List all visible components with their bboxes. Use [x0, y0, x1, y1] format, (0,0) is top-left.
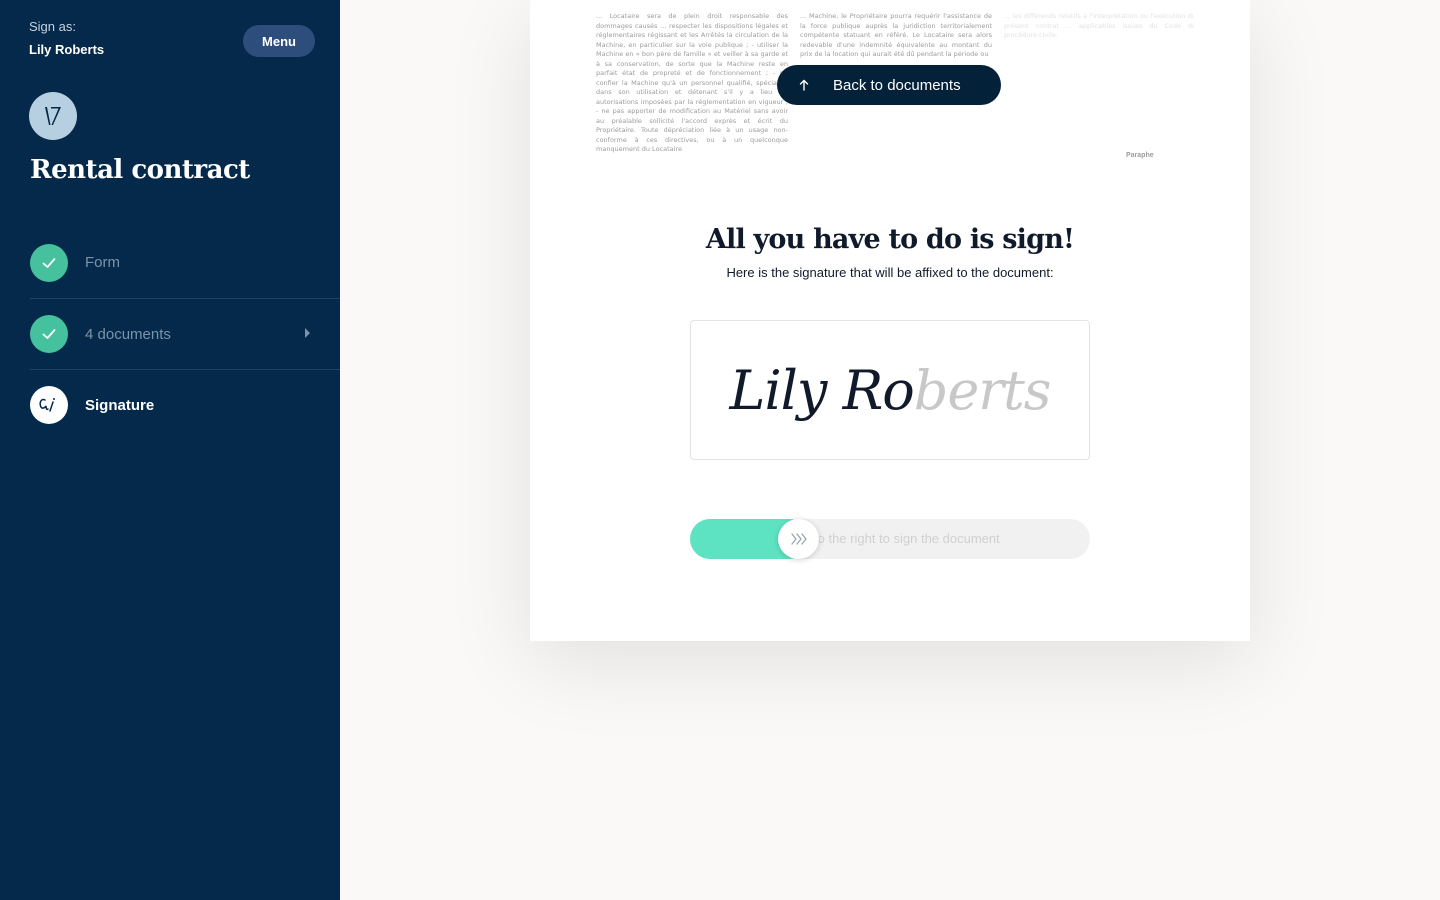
step-documents-label: 4 documents: [85, 325, 171, 343]
document-title: Rental contract: [30, 155, 250, 185]
signature-preview: Lily Roberts: [690, 320, 1090, 460]
document-text-column: ... Machine, le Propriétaire pourra requ…: [800, 12, 992, 58]
signer-name: Lily Roberts: [29, 42, 105, 57]
step-signature[interactable]: Signature: [30, 369, 340, 440]
document-text-column: ... les différends relatifs à l'interpré…: [1004, 12, 1194, 39]
chevron-right-icon: [305, 328, 310, 338]
swipe-to-sign-slider[interactable]: to the right to sign the document: [690, 519, 1090, 559]
sign-headline: All you have to do is sign!: [705, 224, 1075, 255]
signature-revealed: Lily Ro: [729, 358, 915, 422]
sidebar: Sign as: Lily Roberts Menu Rental contra…: [0, 0, 340, 900]
paraphe-label: Paraphe: [1126, 152, 1154, 159]
signature-card: ... Locataire sera de plein droit respon…: [530, 0, 1250, 641]
back-button-label: Back to documents: [833, 76, 961, 94]
check-icon: [30, 243, 68, 282]
logo-slash-icon: [45, 107, 61, 125]
step-form-label: Form: [85, 254, 120, 271]
arrow-up-icon: [799, 79, 809, 91]
document-text-column: ... Locataire sera de plein droit respon…: [596, 12, 788, 153]
slider-handle[interactable]: [778, 519, 819, 559]
step-form[interactable]: Form: [30, 227, 340, 298]
chevrons-right-icon: [790, 533, 807, 545]
signature-text: Lily Roberts: [729, 358, 1052, 422]
signature-icon: [30, 386, 68, 424]
slider-instruction: to the right to sign the document: [814, 531, 1000, 546]
brand-logo: [29, 92, 77, 140]
signer-info: Sign as: Lily Roberts: [29, 19, 104, 58]
step-documents[interactable]: 4 documents: [30, 298, 340, 369]
menu-button[interactable]: Menu: [243, 25, 315, 57]
back-to-documents-button[interactable]: Back to documents: [777, 65, 1001, 105]
sign-as-label: Sign as:: [29, 19, 76, 34]
sign-subline: Here is the signature that will be affix…: [726, 265, 1054, 280]
step-signature-label: Signature: [85, 396, 155, 414]
check-icon: [30, 315, 68, 353]
signature-pending: berts: [913, 358, 1052, 422]
